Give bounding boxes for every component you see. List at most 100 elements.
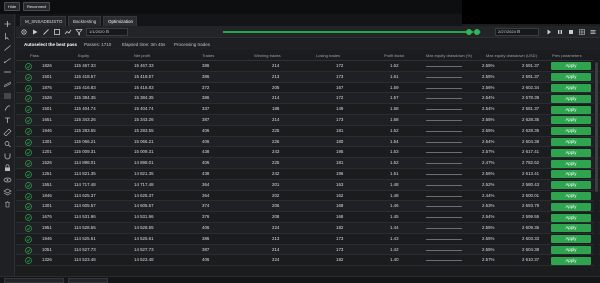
ray-icon[interactable] bbox=[3, 56, 12, 64]
reconnect-button[interactable]: Reconnect bbox=[23, 2, 51, 11]
header-max-dd-usd[interactable]: Max equity drawdown (USD) bbox=[486, 51, 537, 61]
hide-button[interactable]: Hide bbox=[4, 2, 21, 11]
date-range-slider[interactable] bbox=[223, 29, 481, 35]
menu-icon[interactable] bbox=[589, 28, 597, 36]
header-equity[interactable]: Equity bbox=[78, 51, 89, 61]
scroll-thumb[interactable] bbox=[595, 62, 598, 192]
header-trades[interactable]: Trades bbox=[202, 51, 214, 61]
apply-button[interactable]: Apply bbox=[551, 62, 591, 71]
apply-button[interactable]: Apply bbox=[551, 245, 591, 254]
table-row[interactable]: 1251 114 821.35 14 821.35 438 242 196 1.51 2.56… bbox=[16, 169, 600, 180]
header-pass[interactable]: Pass bbox=[30, 51, 39, 61]
apply-button[interactable]: Apply bbox=[551, 127, 591, 136]
layers-icon[interactable] bbox=[3, 188, 12, 196]
apply-button[interactable]: Apply bbox=[551, 116, 591, 125]
tab-optimization[interactable]: Optimization bbox=[103, 16, 137, 26]
table-row[interactable]: 1526 115 384.35 15 384.35 386 214 172 1.57 2.54… bbox=[16, 93, 600, 105]
chart-icon[interactable] bbox=[64, 28, 72, 36]
table-row[interactable]: 1946 114 525.61 14 525.61 386 213 173 1.43 2.55… bbox=[16, 234, 600, 245]
trash-icon[interactable] bbox=[3, 200, 12, 208]
grid-icon[interactable] bbox=[578, 28, 586, 36]
export-icon[interactable] bbox=[53, 28, 61, 36]
apply-button[interactable]: Apply bbox=[551, 256, 591, 265]
header-winning-trades[interactable]: Winning trades bbox=[254, 51, 281, 61]
date-from-field[interactable]: 1/1/2020 ⊟ bbox=[86, 28, 128, 36]
apply-button[interactable]: Apply bbox=[551, 170, 591, 179]
brush-icon[interactable] bbox=[3, 104, 12, 112]
apply-button[interactable]: Apply bbox=[551, 235, 591, 244]
play-icon[interactable] bbox=[31, 28, 39, 36]
table-row[interactable]: 1551 114 717.48 14 717.48 364 201 163 1.48 2.52… bbox=[16, 179, 600, 191]
tab-backtesting[interactable]: Backtesting bbox=[68, 16, 101, 26]
vertical-scrollbar[interactable] bbox=[594, 60, 599, 274]
header-max-dd-pct[interactable]: Max equity drawdown (%) bbox=[426, 51, 472, 61]
channel-icon[interactable] bbox=[3, 80, 12, 88]
stop-icon[interactable] bbox=[567, 28, 575, 36]
table-row[interactable]: 1201 115 009.31 15 009.31 438 243 195 1.53 2.57… bbox=[16, 147, 600, 159]
apply-button[interactable]: Apply bbox=[551, 73, 591, 82]
table-row[interactable]: 1301 114 605.57 14 605.57 374 206 168 1.46 2.53… bbox=[16, 201, 600, 213]
apply-button[interactable]: Apply bbox=[551, 159, 591, 168]
table-row[interactable]: 1946 115 283.55 15 283.55 406 225 181 1.52 2.55… bbox=[16, 126, 600, 137]
apply-button[interactable]: Apply bbox=[551, 94, 591, 103]
slider-end-handle[interactable] bbox=[474, 29, 480, 35]
table-row[interactable]: 1051 114 527.73 14 527.73 387 214 173 1.42 2.55… bbox=[16, 244, 600, 256]
lock-icon[interactable] bbox=[3, 164, 12, 172]
apply-button[interactable]: Apply bbox=[551, 181, 591, 190]
header-prev-parameters[interactable]: Prev parameters bbox=[552, 51, 582, 61]
table-row[interactable]: 1526 114 898.01 14 898.01 406 225 181 1.52 2.47… bbox=[16, 158, 600, 169]
drawdown-bar bbox=[426, 260, 462, 262]
table-row[interactable]: 1826 115 467.33 15 467.33 386 214 172 1.62 2.55… bbox=[16, 61, 600, 72]
slider-start-handle[interactable] bbox=[466, 29, 472, 35]
profit-factor-cell: 1.48 bbox=[390, 192, 399, 198]
autoselect-best-pass[interactable]: Autoselect the best pass bbox=[24, 39, 77, 50]
apply-button[interactable]: Apply bbox=[551, 191, 591, 200]
crosshair-icon[interactable] bbox=[3, 20, 12, 28]
table-row[interactable]: 1876 115 416.83 15 416.83 372 205 167 1.59 2.56… bbox=[16, 83, 600, 94]
apply-button[interactable]: Apply bbox=[551, 137, 591, 146]
fib-icon[interactable] bbox=[3, 92, 12, 100]
apply-button[interactable]: Apply bbox=[551, 105, 591, 114]
date-to-field[interactable]: 2/27/2024 ⊟ bbox=[495, 28, 539, 36]
zoom-icon[interactable] bbox=[3, 140, 12, 148]
text-icon[interactable] bbox=[3, 116, 12, 124]
cursor-icon[interactable] bbox=[3, 32, 12, 40]
magnet-icon[interactable] bbox=[3, 152, 12, 160]
table-row[interactable]: 1501 115 404.74 15 404.74 337 188 149 1.58 2.54… bbox=[16, 104, 600, 115]
trades-cell: 406 bbox=[202, 127, 210, 133]
table-row[interactable]: 1651 115 343.26 15 343.26 387 214 173 1.58 2.55… bbox=[16, 115, 600, 126]
header-net-profit[interactable]: Net profit bbox=[134, 51, 150, 61]
table-row[interactable]: 1676 114 531.96 14 531.96 376 208 168 1.45 2.54… bbox=[16, 212, 600, 223]
header-losing-trades[interactable]: Losing trades bbox=[316, 51, 340, 61]
table-row[interactable]: 1326 114 523.48 14 523.48 406 224 182 1.40 2.57… bbox=[16, 255, 600, 267]
filter-icon[interactable] bbox=[75, 28, 83, 36]
horizontal-line-icon[interactable] bbox=[3, 68, 12, 76]
pass-cell: 1951 bbox=[42, 225, 52, 230]
ruler-icon[interactable] bbox=[3, 128, 12, 136]
run-icon[interactable] bbox=[545, 28, 553, 36]
drawdown-bar bbox=[426, 228, 462, 229]
net-profit-cell: 14 523.48 bbox=[134, 257, 154, 263]
apply-button[interactable]: Apply bbox=[551, 148, 591, 157]
pass-cell: 1301 bbox=[42, 203, 52, 209]
drawdown-bar bbox=[426, 109, 462, 111]
table-row[interactable]: 1846 114 625.37 14 625.37 364 202 162 1.48 2.44… bbox=[16, 191, 600, 202]
apply-button[interactable]: Apply bbox=[551, 213, 591, 222]
app-bar: Hide Reconnect bbox=[0, 0, 600, 24]
header-profit-factor[interactable]: Profit factor bbox=[384, 51, 404, 61]
trend-line-icon[interactable] bbox=[3, 44, 12, 52]
apply-button[interactable]: Apply bbox=[551, 202, 591, 211]
apply-button[interactable]: Apply bbox=[551, 224, 591, 233]
eye-icon[interactable] bbox=[3, 176, 12, 184]
table-row[interactable]: 1951 114 528.55 14 528.55 406 224 182 1.44 2.55… bbox=[16, 223, 600, 234]
trades-cell: 406 bbox=[202, 225, 210, 230]
max-dd-usd-cell: 2 593.79 bbox=[522, 203, 540, 209]
pause-icon[interactable] bbox=[556, 28, 564, 36]
tab-symbol[interactable]: M_SNSADBIJSTO × M5 bbox=[20, 16, 66, 34]
table-row[interactable]: 1301 115 066.21 15 066.21 406 226 180 1.54 2.54… bbox=[16, 136, 600, 148]
apply-button[interactable]: Apply bbox=[551, 83, 591, 92]
step-icon[interactable] bbox=[42, 28, 50, 36]
table-row[interactable]: 1501 115 418.57 15 418.57 386 213 173 1.61 2.55… bbox=[16, 71, 600, 83]
drawdown-bar bbox=[426, 120, 462, 121]
settings-icon[interactable] bbox=[20, 28, 28, 36]
